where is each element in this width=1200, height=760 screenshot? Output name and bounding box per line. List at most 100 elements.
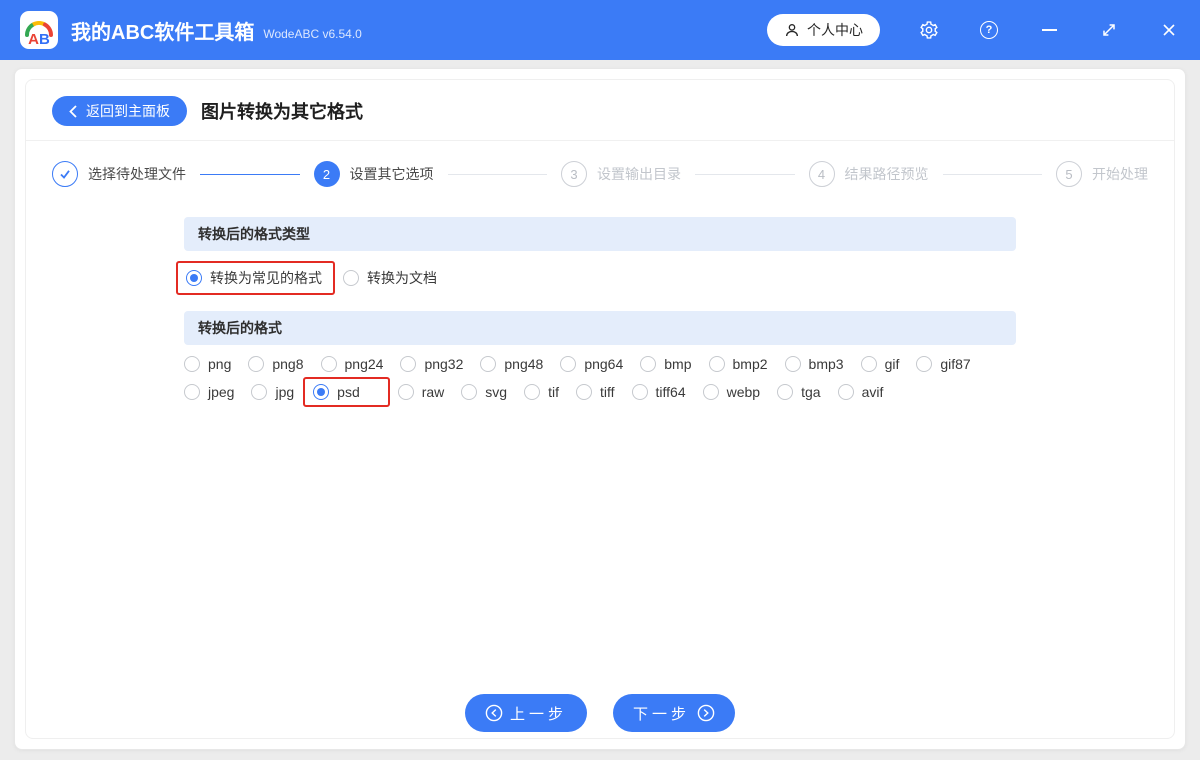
radio-icon (461, 384, 478, 400)
back-label: 返回到主面板 (86, 103, 170, 119)
format-option-jpg[interactable]: jpg (251, 384, 294, 400)
option-label: png24 (344, 356, 384, 372)
close-icon (1163, 24, 1175, 36)
page-header: 返回到主面板 图片转换为其它格式 (26, 80, 1174, 141)
format-option-svg[interactable]: svg (461, 384, 507, 400)
format-option-bmp[interactable]: bmp (640, 356, 692, 372)
expand-icon (1103, 24, 1115, 36)
radio-selected-icon (186, 270, 202, 286)
user-center-label: 个人中心 (807, 22, 863, 38)
option-label: png64 (584, 356, 624, 372)
option-label: tga (801, 384, 821, 400)
format-option-tif[interactable]: tif (524, 384, 559, 400)
page-title: 图片转换为其它格式 (201, 102, 363, 122)
option-label: gif87 (940, 356, 971, 372)
chevron-left-icon (69, 104, 77, 118)
step-label: 设置输出目录 (597, 166, 681, 182)
step-5-start: 5 开始处理 (1056, 161, 1148, 187)
radio-icon (397, 384, 414, 400)
format-option-tiff64[interactable]: tiff64 (631, 384, 686, 400)
format-option-png64[interactable]: png64 (560, 356, 623, 372)
help-button[interactable]: ? (978, 19, 1000, 41)
radio-icon (320, 356, 337, 372)
minimize-button[interactable] (1038, 19, 1060, 41)
option-label: 转换为文档 (367, 270, 437, 286)
radio-icon (251, 384, 268, 400)
help-icon: ? (980, 21, 998, 39)
user-center-button[interactable]: 个人中心 (767, 14, 880, 46)
red-highlight-box: 转换为常见的格式 (176, 261, 335, 295)
option-label: png32 (424, 356, 464, 372)
option-label: psd (337, 384, 360, 400)
logo-letters: AB (28, 31, 50, 48)
option-label: tiff64 (655, 384, 686, 400)
format-option-webp[interactable]: webp (702, 384, 760, 400)
step-number: 3 (561, 161, 587, 187)
next-step-button[interactable]: 下一步 (613, 694, 736, 732)
footer-nav: 上一步 下一步 (26, 694, 1174, 738)
back-to-main-button[interactable]: 返回到主面板 (52, 96, 187, 126)
format-option-png8[interactable]: png8 (248, 356, 304, 372)
option-label: bmp3 (808, 356, 844, 372)
format-option-jpeg[interactable]: jpeg (184, 384, 234, 400)
format-option-bmp2[interactable]: bmp2 (708, 356, 768, 372)
format-option-png32[interactable]: png32 (400, 356, 463, 372)
step-number: 4 (808, 161, 835, 187)
format-option-bmp3[interactable]: bmp3 (784, 356, 844, 372)
format-type-options: 转换为常见的格式 转换为文档 (176, 261, 1016, 295)
radio-icon (524, 384, 541, 400)
step-number: 2 (313, 161, 340, 187)
format-option-png48[interactable]: png48 (480, 356, 543, 372)
step-number: 5 (1056, 161, 1082, 187)
title-bar: AB 我的ABC软件工具箱 WodeABC v6.54.0 个人中心 ? (0, 0, 1200, 60)
format-option-gif87[interactable]: gif87 (916, 356, 971, 372)
format-option-png[interactable]: png (184, 356, 231, 372)
radio-icon (631, 384, 648, 400)
option-label: jpg (275, 384, 295, 400)
radio-icon (248, 356, 265, 372)
settings-button[interactable] (918, 19, 940, 41)
format-options-row-1: png png8 png24 png32 png48 png64 bmp bmp… (184, 356, 1016, 372)
circle-chevron-right-icon (697, 704, 715, 722)
close-button[interactable] (1158, 19, 1180, 41)
option-document-format[interactable]: 转换为文档 (343, 268, 437, 288)
format-option-tiff[interactable]: tiff (575, 384, 615, 400)
minimize-icon (1041, 29, 1057, 31)
radio-icon (575, 384, 592, 400)
format-option-gif[interactable]: gif (860, 356, 899, 372)
format-option-psd[interactable]: psd (313, 384, 360, 400)
step-label: 结果路径预览 (844, 166, 929, 182)
circle-chevron-left-icon (485, 704, 503, 722)
radio-icon (480, 356, 497, 372)
format-option-tga[interactable]: tga (777, 384, 821, 400)
option-label: bmp2 (732, 356, 768, 372)
maximize-button[interactable] (1098, 19, 1120, 41)
step-1-select-files: 选择待处理文件 (52, 161, 186, 187)
step-4-result-preview: 4 结果路径预览 (808, 161, 929, 187)
format-option-raw[interactable]: raw (397, 384, 444, 400)
format-option-png24[interactable]: png24 (320, 356, 384, 372)
option-label: jpeg (208, 384, 235, 400)
option-label: png48 (504, 356, 544, 372)
option-common-format[interactable]: 转换为常见的格式 (186, 268, 322, 288)
step-label: 开始处理 (1092, 166, 1148, 182)
gear-icon (920, 21, 938, 39)
main-panel: 返回到主面板 图片转换为其它格式 选择待处理文件 2 设置其它选项 3 设置输出… (14, 68, 1186, 750)
step-connector (942, 173, 1042, 175)
prev-step-button[interactable]: 上一步 (464, 694, 587, 732)
option-label: bmp (664, 356, 692, 372)
radio-icon (184, 384, 200, 400)
radio-selected-icon (313, 384, 330, 400)
app-logo-icon: AB (20, 11, 58, 49)
option-label: avif (861, 384, 884, 400)
step-2-set-options: 2 设置其它选项 (313, 161, 434, 187)
radio-icon (560, 356, 577, 372)
radio-icon (784, 356, 801, 372)
option-label: svg (485, 384, 508, 400)
format-option-avif[interactable]: avif (837, 384, 884, 400)
app-title: 我的ABC软件工具箱 (71, 21, 255, 44)
format-section-title: 转换后的格式 (184, 311, 1016, 345)
radio-icon (702, 384, 719, 400)
user-icon (786, 24, 798, 37)
checkmark (60, 170, 70, 179)
